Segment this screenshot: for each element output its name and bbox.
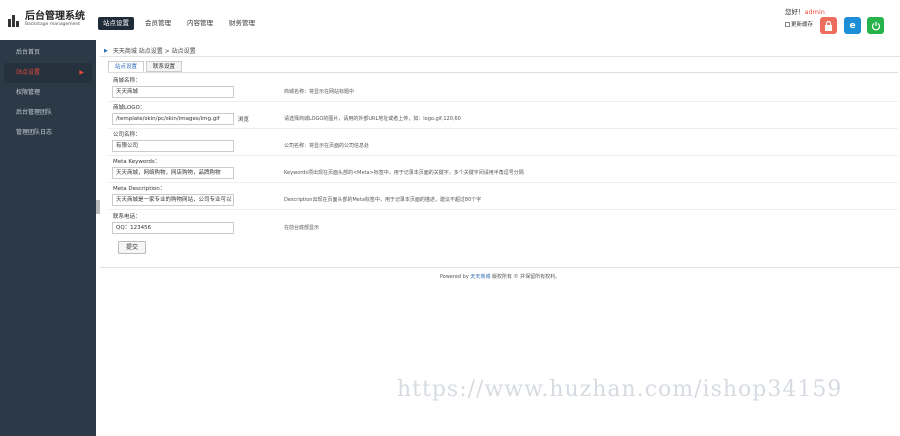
divider — [108, 101, 898, 102]
breadcrumb-text: 天天商城 站点设置 > 站点设置 — [112, 48, 196, 55]
browse-button[interactable]: 浏览 — [238, 115, 249, 123]
field-hint: Description出现在页面头部的Meta标签中，用于记录本页面的描述，建议… — [284, 197, 482, 203]
tab-site-settings[interactable]: 站点设置 — [108, 61, 145, 72]
sidebar-item-home[interactable]: 后台首页 — [0, 43, 96, 63]
divider — [108, 209, 898, 210]
triangle-right-icon: ▶ — [104, 47, 108, 54]
update-cache-checkbox[interactable]: 更新缓存 — [785, 20, 813, 28]
field-hint: 公司名称：将显示在页面的公司信息处 — [284, 143, 370, 149]
logo-title: 后台管理系统 — [25, 11, 85, 22]
power-icon[interactable] — [867, 17, 884, 34]
divider — [108, 128, 898, 129]
meta-description-input[interactable]: 天天商城是一家专业的购物网站，公司专业可以 — [112, 194, 234, 206]
checkbox-icon[interactable] — [785, 21, 790, 27]
field-hint: 请选择商城LOGO的图片，请用的外部URL地址或者上传，如：logo.gif,1… — [284, 116, 461, 122]
logo-input[interactable]: /template/skin/pc/skin/images/img.gif — [112, 113, 234, 125]
footer: Powered by 天天商城 版权所有 © 并保留所有权利。 — [100, 273, 900, 280]
field-label: Meta Keywords： — [113, 159, 161, 165]
nav-tab-members[interactable]: 会员管理 — [140, 17, 176, 30]
field-hint: Keywords项出现在页面头部的<Meta>标签中，用于记录本页面的关键字，多… — [284, 170, 524, 176]
site-name-input[interactable]: 天天商城 — [112, 86, 234, 98]
field-label: Meta Description： — [113, 186, 166, 192]
top-nav: 站点设置 会员管理 内容管理 财务管理 — [98, 17, 266, 30]
divider — [108, 72, 898, 73]
field-hint: 在前台底部显示 — [284, 225, 320, 231]
field-label: 公司名称： — [113, 132, 141, 138]
nav-tab-content[interactable]: 内容管理 — [182, 17, 218, 30]
breadcrumb: ▶ 天天商城 站点设置 > 站点设置 — [104, 46, 196, 56]
nav-tab-finance[interactable]: 财务管理 — [224, 17, 260, 30]
tab-contact-settings[interactable]: 联系设置 — [146, 61, 183, 72]
chevron-right-icon: ▶ — [79, 69, 84, 76]
divider — [108, 155, 898, 156]
field-label: 商城LOGO： — [113, 105, 146, 111]
submit-button[interactable]: 提交 — [118, 241, 146, 254]
sidebar: 后台首页 站点设置 ▶ 权限管理 后台管理团队 管理团队日志 — [0, 40, 96, 436]
ie-icon[interactable]: e — [844, 17, 861, 34]
update-cache-label: 更新缓存 — [791, 22, 814, 28]
phone-input[interactable]: QQ：123456 — [112, 222, 234, 234]
footer-prefix: Powered by — [439, 274, 471, 280]
divider — [100, 56, 900, 57]
greeting: 您好！admin — [785, 6, 825, 16]
sidebar-item-label: 站点设置 — [16, 69, 41, 76]
company-name-input[interactable]: 有限公司 — [112, 140, 234, 152]
sidebar-item-site-settings[interactable]: 站点设置 ▶ — [4, 63, 92, 83]
sidebar-item-permissions[interactable]: 权限管理 — [0, 83, 96, 103]
lock-icon[interactable] — [820, 17, 837, 34]
watermark: https://www.huzhan.com/ishop34159 — [397, 377, 843, 402]
header: 后台管理系统 Backstage management 站点设置 会员管理 内容… — [0, 0, 900, 40]
sub-tabs: 站点设置 联系设置 — [108, 61, 184, 72]
footer-brand[interactable]: 天天商城 — [470, 274, 490, 280]
divider — [100, 267, 900, 268]
divider — [108, 182, 898, 183]
sidebar-item-team-log[interactable]: 管理团队日志 — [0, 123, 96, 143]
greeting-prefix: 您好！ — [785, 8, 805, 16]
footer-suffix: 版权所有 © 并保留所有权利。 — [490, 274, 561, 280]
sidebar-item-admin-team[interactable]: 后台管理团队 — [0, 103, 96, 123]
field-label: 商城名称： — [113, 78, 141, 84]
nav-tab-site-settings[interactable]: 站点设置 — [98, 17, 134, 30]
logo-icon — [8, 13, 22, 27]
field-hint: 商城名称：将显示在网站标题中 — [284, 89, 355, 95]
username[interactable]: admin — [805, 8, 825, 16]
field-label: 联系电话： — [113, 214, 141, 220]
meta-keywords-input[interactable]: 天天商城，网络购物，网店购物，品牌购物 — [112, 167, 234, 179]
logo-subtitle: Backstage management — [25, 22, 80, 27]
sidebar-collapse-handle[interactable] — [96, 200, 100, 214]
logo[interactable]: 后台管理系统 Backstage management — [8, 12, 85, 27]
